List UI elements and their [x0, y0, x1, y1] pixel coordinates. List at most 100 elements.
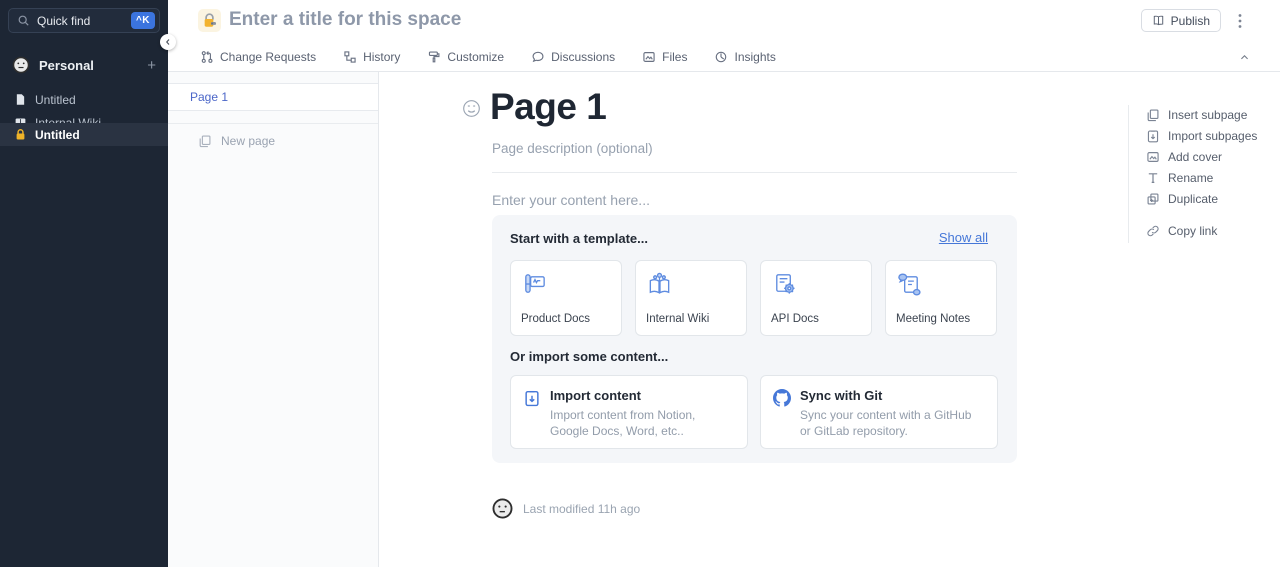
tab-discussions[interactable]: Discussions	[531, 50, 615, 64]
sidebar-item-untitled-2-selected[interactable]: Untitled	[0, 123, 168, 146]
template-card-product-docs[interactable]: Product Docs	[510, 260, 622, 336]
more-options-button[interactable]	[1231, 9, 1249, 32]
api-docs-icon	[771, 271, 798, 298]
tab-label: Insights	[734, 50, 775, 64]
add-cover-button[interactable]: Add cover	[1146, 150, 1222, 164]
copy-link-button[interactable]: Copy link	[1146, 224, 1217, 238]
import-content-card[interactable]: Import content Import content from Notio…	[510, 375, 748, 449]
rename-button[interactable]: Rename	[1146, 171, 1213, 185]
publish-button[interactable]: Publish	[1141, 9, 1221, 32]
collapse-tabbar-button[interactable]	[1239, 42, 1250, 72]
new-page-button[interactable]: New page	[168, 126, 378, 156]
tab-history[interactable]: History	[343, 50, 400, 64]
tab-change-requests[interactable]: Change Requests	[200, 50, 316, 64]
chevron-left-icon	[164, 38, 172, 46]
workspace-sidebar: Quick find ^K Personal + Untitled	[0, 0, 168, 567]
workspace-avatar	[12, 56, 30, 74]
action-label: Copy link	[1168, 224, 1217, 238]
product-docs-icon	[521, 271, 548, 298]
page-list-panel: Page 1 New page	[168, 72, 379, 567]
page-content-input[interactable]: Enter your content here...	[492, 192, 650, 208]
workspace-header[interactable]: Personal +	[0, 52, 168, 78]
publish-label: Publish	[1171, 14, 1210, 28]
modifier-avatar[interactable]	[492, 498, 513, 519]
tab-label: Customize	[447, 50, 504, 64]
template-card-label: API Docs	[771, 313, 861, 325]
template-card-meeting-notes[interactable]: Meeting Notes	[885, 260, 997, 336]
tab-insights[interactable]: Insights	[714, 50, 775, 64]
sync-with-git-card[interactable]: Sync with Git Sync your content with a G…	[760, 375, 998, 449]
action-label: Add cover	[1168, 150, 1222, 164]
page-title[interactable]: Page 1	[490, 86, 606, 128]
title-divider	[492, 172, 1017, 173]
action-label: Insert subpage	[1168, 108, 1247, 122]
quick-find-shortcut-badge: ^K	[131, 12, 155, 29]
action-label: Rename	[1168, 171, 1213, 185]
sidebar-item-label: Untitled	[35, 128, 80, 142]
pull-request-icon	[200, 50, 214, 64]
tab-customize[interactable]: Customize	[427, 50, 504, 64]
page-list-item-page-1[interactable]: Page 1	[168, 83, 378, 111]
templates-heading: Start with a template...	[510, 231, 648, 246]
import-cards-row: Import content Import content from Notio…	[510, 375, 998, 449]
template-cards-row: Product Docs Internal Wiki	[510, 260, 997, 336]
sync-with-git-title: Sync with Git	[800, 388, 985, 403]
page-emoji-button[interactable]	[462, 99, 481, 123]
action-label: Import subpages	[1168, 129, 1257, 143]
import-heading: Or import some content...	[510, 349, 668, 364]
import-subpages-icon	[1146, 129, 1160, 143]
insert-subpage-icon	[1146, 108, 1160, 122]
internal-wiki-icon	[646, 271, 673, 298]
copy-link-icon	[1146, 224, 1160, 238]
duplicate-button[interactable]: Duplicate	[1146, 192, 1218, 206]
space-title-input[interactable]: Enter a title for this space	[229, 9, 461, 31]
sidebar-item-untitled-1[interactable]: Untitled	[0, 88, 168, 111]
rename-text-icon	[1146, 171, 1160, 185]
tab-label: History	[363, 50, 400, 64]
sidebar-collapse-button[interactable]	[160, 34, 176, 50]
github-icon	[773, 389, 791, 407]
paint-roller-icon	[427, 50, 441, 64]
duplicate-icon	[1146, 192, 1160, 206]
new-page-label: New page	[221, 134, 275, 148]
page-description-input[interactable]: Page description (optional)	[492, 141, 653, 156]
action-label: Duplicate	[1168, 192, 1218, 206]
publish-book-icon	[1152, 14, 1165, 27]
lock-icon	[14, 128, 27, 141]
quick-find-label: Quick find	[37, 14, 131, 28]
tab-label: Files	[662, 50, 687, 64]
space-tabbar: Change Requests History Customize Discus…	[168, 42, 1280, 72]
import-content-icon	[523, 389, 541, 407]
space-icon-button[interactable]	[198, 9, 221, 32]
workspace-name: Personal	[39, 58, 147, 73]
kebab-icon	[1238, 13, 1242, 29]
search-icon	[17, 14, 30, 27]
import-content-description: Import content from Notion, Google Docs,…	[550, 407, 735, 439]
add-cover-image-icon	[1146, 150, 1160, 164]
import-subpages-button[interactable]: Import subpages	[1146, 129, 1257, 143]
version-tree-icon	[343, 50, 357, 64]
getting-started-panel: Start with a template... Show all Produc…	[492, 215, 1017, 463]
show-all-link[interactable]: Show all	[939, 230, 988, 245]
add-space-button[interactable]: +	[147, 58, 156, 73]
sidebar-item-label: Untitled	[35, 93, 76, 107]
quick-find-button[interactable]: Quick find ^K	[8, 8, 160, 33]
tab-files[interactable]: Files	[642, 50, 687, 64]
last-modified-text: Last modified 11h ago	[523, 502, 640, 516]
chevron-up-icon	[1239, 52, 1250, 63]
template-card-internal-wiki[interactable]: Internal Wiki	[635, 260, 747, 336]
sync-with-git-description: Sync your content with a GitHub or GitLa…	[800, 407, 985, 439]
insights-gauge-icon	[714, 50, 728, 64]
import-content-title: Import content	[550, 388, 735, 403]
template-card-label: Product Docs	[521, 313, 611, 325]
new-page-icon	[198, 134, 212, 148]
chat-bubble-icon	[531, 50, 545, 64]
smiley-icon	[462, 99, 481, 118]
app-window: Quick find ^K Personal + Untitled	[0, 0, 1280, 567]
template-card-api-docs[interactable]: API Docs	[760, 260, 872, 336]
tab-label: Change Requests	[220, 50, 316, 64]
action-rail-divider	[1128, 105, 1129, 243]
insert-subpage-button[interactable]: Insert subpage	[1146, 108, 1247, 122]
last-modified-row: Last modified 11h ago	[492, 498, 640, 519]
template-card-label: Internal Wiki	[646, 313, 736, 325]
